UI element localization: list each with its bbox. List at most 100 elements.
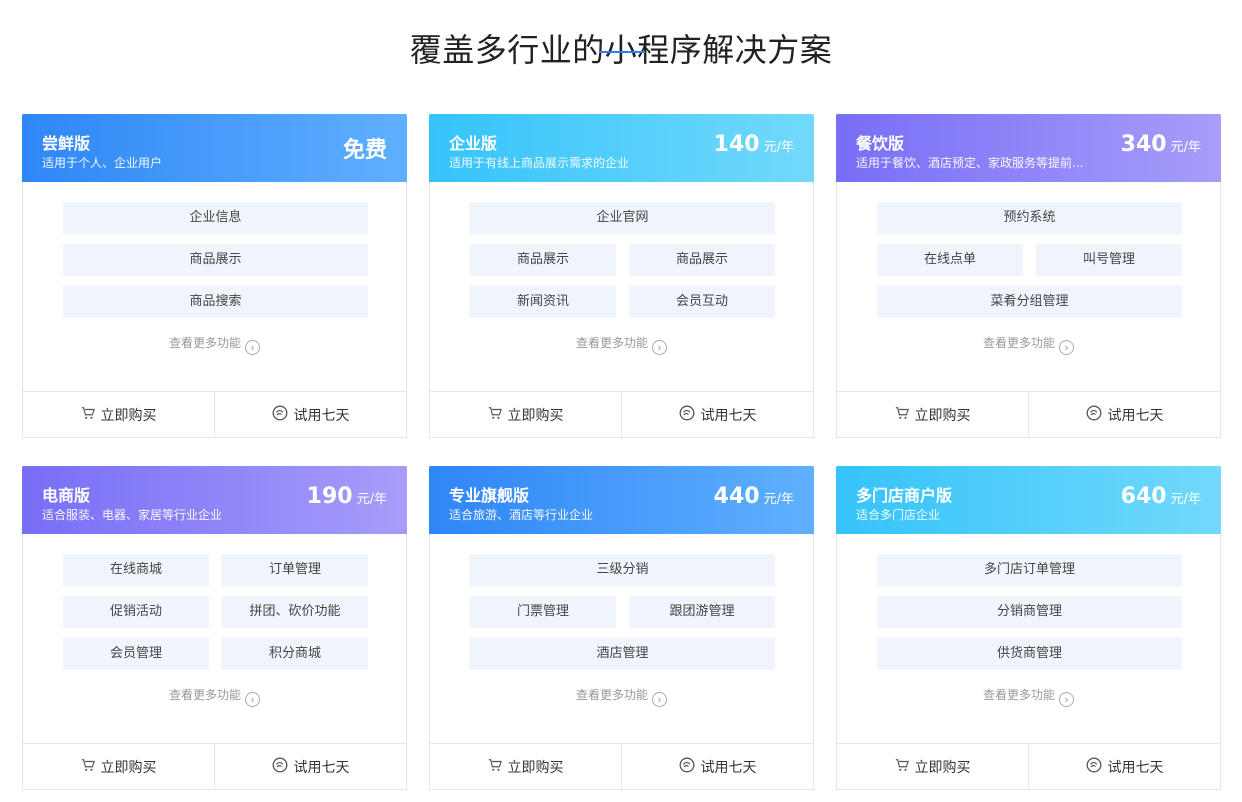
trial-button[interactable]: 试用七天	[1028, 392, 1220, 437]
more-features-label: 查看更多功能	[168, 336, 241, 350]
buy-now-label: 立即购买	[507, 407, 564, 424]
feature-item: 酒店管理	[470, 638, 775, 670]
feature-item: 三级分销	[470, 554, 775, 586]
feature-item: 跟团游管理	[629, 596, 775, 628]
feature-row: 商品展示	[63, 244, 368, 276]
trial-button[interactable]: 试用七天	[1028, 744, 1220, 789]
buy-now-label: 立即购买	[100, 759, 157, 776]
trial-icon	[679, 405, 701, 425]
plan-name: 尝鲜版	[42, 134, 91, 153]
buy-now-button[interactable]: 立即购买	[837, 392, 1028, 437]
buy-now-button[interactable]: 立即购买	[23, 392, 214, 437]
feature-item: 多门店订单管理	[877, 554, 1182, 586]
more-features-link[interactable]: 查看更多功能 ›	[837, 686, 1220, 707]
plan-actions: 立即购买 试用七天	[837, 391, 1220, 437]
cart-icon	[81, 406, 101, 424]
cart-icon	[81, 758, 101, 776]
plan-features: 预约系统在线点单 叫号管理菜肴分组管理查看更多功能 ›	[837, 182, 1220, 392]
plan-description: 适用于餐饮、酒店预定、家政服务等提前...	[856, 156, 1084, 170]
plan-features: 三级分销 门票管理 跟团游管理 酒店管理 查看更多功能 ›	[430, 534, 813, 744]
feature-item: 商品搜索	[63, 286, 368, 318]
feature-row: 门票管理 跟团游管理	[470, 596, 775, 628]
feature-row: 商品搜索	[63, 286, 368, 318]
feature-item: 积分商城	[222, 638, 368, 670]
buy-now-button[interactable]: 立即购买	[430, 392, 621, 437]
chevron-right-icon: ›	[1059, 340, 1074, 355]
more-features-link[interactable]: 查看更多功能 ›	[837, 334, 1220, 355]
buy-now-label: 立即购买	[914, 407, 971, 424]
chevron-right-icon: ›	[1059, 692, 1074, 707]
feature-row: 会员管理 积分商城	[63, 638, 368, 670]
buy-now-button[interactable]: 立即购买	[837, 744, 1028, 789]
trial-label: 试用七天	[700, 759, 757, 776]
more-features-label: 查看更多功能	[168, 688, 241, 702]
plan-actions: 立即购买 试用七天	[23, 391, 406, 437]
trial-button[interactable]: 试用七天	[214, 744, 406, 789]
plan-features: 多门店订单管理 分销商管理供货商管理查看更多功能 ›	[837, 534, 1220, 744]
chevron-right-icon: ›	[652, 340, 667, 355]
feature-item: 企业官网	[470, 202, 775, 234]
trial-icon	[1086, 757, 1108, 777]
price-unit: 元/年	[763, 492, 794, 507]
feature-row: 新闻资讯 会员互动	[470, 286, 775, 318]
plan-header: 企业版 适用于有线上商品展示需求的企业 140 元/年	[429, 114, 814, 182]
feature-item: 新闻资讯	[470, 286, 616, 318]
feature-item: 在线商城	[63, 554, 209, 586]
feature-item: 商品展示	[629, 244, 775, 276]
feature-item: 促销活动	[63, 596, 209, 628]
plan-name: 电商版	[42, 486, 91, 505]
buy-now-label: 立即购买	[914, 759, 971, 776]
cart-icon	[488, 758, 508, 776]
chevron-right-icon: ›	[652, 692, 667, 707]
plan-description: 适合多门店企业	[856, 508, 941, 522]
feature-item: 在线点单	[877, 244, 1023, 276]
buy-now-button[interactable]: 立即购买	[23, 744, 214, 789]
chevron-right-icon: ›	[245, 340, 260, 355]
more-features-label: 查看更多功能	[575, 688, 648, 702]
feature-item: 供货商管理	[877, 638, 1182, 670]
plan-name: 多门店商户版	[856, 486, 953, 505]
plan-header: 餐饮版 适用于餐饮、酒店预定、家政服务等提前... 340 元/年	[836, 114, 1221, 182]
plan-name: 企业版	[449, 134, 498, 153]
feature-item: 拼团、砍价功能	[222, 596, 368, 628]
plan-price-block: 190 元/年	[307, 484, 387, 509]
plan-card: 餐饮版 适用于餐饮、酒店预定、家政服务等提前... 340 元/年 预约系统 在线点单 叫号…	[836, 114, 1221, 438]
feature-item: 门票管理	[470, 596, 616, 628]
trial-button[interactable]: 试用七天	[214, 392, 406, 437]
more-features-link[interactable]: 查看更多功能 ›	[23, 686, 406, 707]
feature-item: 叫号管理	[1036, 244, 1182, 276]
feature-row: 菜肴分组管理	[877, 286, 1182, 318]
plan-features: 企业官网商品展示 商品展示 新闻资讯 会员互动查看更多功能 ›	[430, 182, 813, 392]
cart-icon	[895, 406, 915, 424]
feature-row: 预约系统	[877, 202, 1182, 234]
buy-now-label: 立即购买	[507, 759, 564, 776]
more-features-link[interactable]: 查看更多功能 ›	[430, 334, 813, 355]
feature-item: 订单管理	[222, 554, 368, 586]
more-features-label: 查看更多功能	[575, 336, 648, 350]
plan-description: 适合服装、电器、家居等行业企业	[42, 508, 223, 522]
plan-card: 多门店商户版适合多门店企业 640 元/年多门店订单管理 分销商管理供货商管理查看更多…	[836, 466, 1221, 790]
feature-row: 酒店管理	[470, 638, 775, 670]
buy-now-button[interactable]: 立即购买	[430, 744, 621, 789]
feature-row: 企业信息	[63, 202, 368, 234]
feature-row: 企业官网	[470, 202, 775, 234]
plan-actions: 立即购买 试用七天	[430, 743, 813, 789]
trial-button[interactable]: 试用七天	[621, 392, 813, 437]
plan-description: 适用于个人、企业用户	[42, 156, 163, 170]
feature-row: 商品展示 商品展示	[470, 244, 775, 276]
more-features-link[interactable]: 查看更多功能 ›	[430, 686, 813, 707]
feature-row: 在线商城 订单管理	[63, 554, 368, 586]
more-features-link[interactable]: 查看更多功能 ›	[23, 334, 406, 355]
plan-actions: 立即购买 试用七天	[430, 391, 813, 437]
feature-item: 会员互动	[629, 286, 775, 318]
cart-icon	[488, 406, 508, 424]
feature-item: 企业信息	[63, 202, 368, 234]
trial-label: 试用七天	[1107, 407, 1164, 424]
plan-name: 餐饮版	[856, 134, 905, 153]
plan-price-block: 640 元/年	[1121, 484, 1201, 509]
trial-button[interactable]: 试用七天	[621, 744, 813, 789]
plan-name: 专业旗舰版	[449, 486, 530, 505]
buy-now-label: 立即购买	[100, 407, 157, 424]
page-title: 覆盖多行业的小程序解决方案	[409, 31, 833, 70]
feature-row: 分销商管理	[877, 596, 1182, 628]
